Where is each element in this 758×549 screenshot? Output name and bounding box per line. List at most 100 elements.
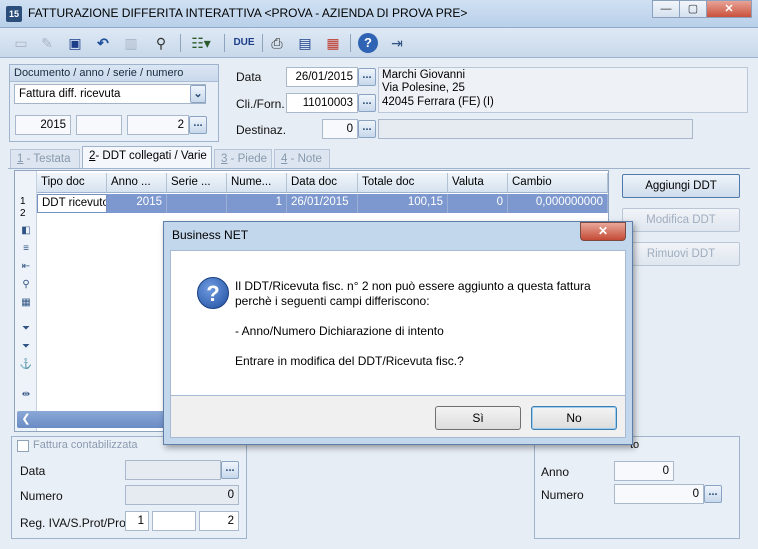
zoom-icon[interactable]: ⚲ xyxy=(19,278,33,292)
tab-testata[interactable]: 1 - Testata xyxy=(10,149,80,169)
due-icon[interactable]: DUE xyxy=(230,32,258,54)
documento-group-title: Documento / anno / serie / numero xyxy=(10,65,218,82)
column-header[interactable]: Serie ... xyxy=(167,173,227,193)
data-field[interactable]: 26/01/2015 xyxy=(286,67,358,87)
list-options-icon[interactable]: ☷▾ xyxy=(186,32,216,54)
minimize-button[interactable]: — xyxy=(652,0,680,18)
reg-iva-field[interactable]: 1 xyxy=(125,511,149,531)
tab-note[interactable]: 4 - Note xyxy=(274,149,330,169)
add-ddt-button[interactable]: Aggiungi DDT xyxy=(622,174,740,198)
destinaz-label: Destinaz. xyxy=(236,123,287,137)
remove-ddt-button[interactable]: Rimuovi DDT xyxy=(622,242,740,266)
numero-lookup-button[interactable]: ... xyxy=(189,116,207,134)
reg-prot-field[interactable]: 2 xyxy=(199,511,239,531)
fattura-contabilizzata-checkbox[interactable] xyxy=(17,440,29,452)
window-title: FATTURAZIONE DIFFERITA INTERATTIVA <PROV… xyxy=(28,6,468,20)
table-cell[interactable]: DDT ricevuto xyxy=(37,194,107,213)
delete-icon[interactable]: ▥ xyxy=(120,32,142,54)
find-icon[interactable]: ⚲ xyxy=(150,32,172,54)
edit-ddt-button[interactable]: Modifica DDT xyxy=(622,208,740,232)
toolbar: ▭ ✎ ▣ ↶ ▥ ⚲ ☷▾ DUE ⎙ ▤ ▦ ? ⇥ xyxy=(0,28,758,58)
insert-row-icon[interactable]: ◧ xyxy=(19,224,33,238)
address-city: 42045 Ferrara (FE) xyxy=(382,96,481,108)
tab-divider xyxy=(8,168,750,169)
filter-icon[interactable]: ⏷ xyxy=(19,322,33,336)
help-icon[interactable]: ? xyxy=(358,33,378,53)
yes-button[interactable]: Sì xyxy=(435,406,521,430)
table-cell[interactable]: 1 xyxy=(227,194,287,213)
clear-filter-icon[interactable]: ⏷ xyxy=(19,340,33,354)
grid-gutter: 1 2 ◧ ≡ ⇤ ⚲ ▦ ⏷ ⏷ ⚓ ⇹ xyxy=(15,171,37,431)
column-header[interactable]: Anno ... xyxy=(107,173,167,193)
intento-anno-field[interactable]: 0 xyxy=(614,461,674,481)
dialog-footer: Sì No xyxy=(170,396,626,438)
new-doc-icon[interactable]: ▭ xyxy=(10,32,32,54)
intento-numero-label: Numero xyxy=(541,488,584,502)
intento-numero-field[interactable]: 0 xyxy=(614,484,704,504)
bottom-numero-field[interactable]: 0 xyxy=(125,485,239,505)
bottom-data-field[interactable] xyxy=(125,460,221,480)
toolbar-separator xyxy=(350,34,351,52)
row-number: 1 xyxy=(20,196,26,207)
table-cell[interactable]: 26/01/2015 xyxy=(287,194,358,213)
data-calendar-button[interactable]: ... xyxy=(358,68,376,86)
dialog-message-line: - Anno/Numero Dichiarazione di intento xyxy=(235,324,444,338)
table-cell[interactable]: 0,000000000 xyxy=(508,194,608,213)
save-icon[interactable]: ▣ xyxy=(64,32,86,54)
list-icon[interactable]: ≡ xyxy=(19,242,33,256)
column-header[interactable]: Totale doc xyxy=(358,173,448,193)
reg-iva-label: Reg. IVA/S.Prot/Prot xyxy=(20,516,130,530)
serie-field[interactable] xyxy=(76,115,122,135)
chevron-down-icon[interactable]: ⌄ xyxy=(190,85,206,103)
dialog-message-line: Il DDT/Ricevuta fisc. n° 2 non può esser… xyxy=(235,279,591,293)
preview-icon[interactable]: ▤ xyxy=(294,32,316,54)
grid-icon[interactable]: ▦ xyxy=(19,296,33,310)
import-icon[interactable]: ⇤ xyxy=(19,260,33,274)
destinaz-field[interactable]: 0 xyxy=(322,119,358,139)
maximize-button[interactable]: ▢ xyxy=(679,0,707,18)
toolbar-separator xyxy=(262,34,263,52)
title-bar: 15 FATTURAZIONE DIFFERITA INTERATTIVA <P… xyxy=(0,0,758,28)
table-cell[interactable]: 100,15 xyxy=(358,194,448,213)
column-header[interactable]: Valuta xyxy=(448,173,508,193)
column-header[interactable]: Cambio xyxy=(508,173,608,193)
bottom-data-label: Data xyxy=(20,464,46,478)
print-icon[interactable]: ⎙ xyxy=(266,32,288,54)
app-icon: 15 xyxy=(6,6,22,22)
cli-forn-label: Cli./Forn. xyxy=(236,97,285,111)
column-header[interactable]: Nume... xyxy=(227,173,287,193)
anchor-icon[interactable]: ⚓ xyxy=(19,358,33,372)
cli-forn-field[interactable]: 11010003 xyxy=(286,93,358,113)
dialog-close-button[interactable]: ✕ xyxy=(580,222,626,241)
table-cell[interactable]: 0 xyxy=(448,194,508,213)
destinaz-description xyxy=(378,119,693,139)
tab-piede[interactable]: 3 - Piede xyxy=(214,149,272,169)
table-cell[interactable]: 2015 xyxy=(107,194,167,213)
numero-doc-field[interactable]: 2 xyxy=(127,115,189,135)
anno-field[interactable]: 2015 xyxy=(15,115,71,135)
open-icon[interactable]: ✎ xyxy=(36,32,58,54)
scroll-left-icon[interactable]: ❮ xyxy=(19,412,33,426)
no-button[interactable]: No xyxy=(531,406,617,430)
dialog-message-line: perchè i seguenti campi differiscono: xyxy=(235,294,430,308)
exit-icon[interactable]: ⇥ xyxy=(386,32,408,54)
column-header[interactable]: Data doc xyxy=(287,173,358,193)
dialog-message-line: Entrare in modifica del DDT/Ricevuta fis… xyxy=(235,354,464,368)
bottom-data-calendar-button[interactable]: ... xyxy=(221,461,239,479)
close-window-button[interactable]: ✕ xyxy=(706,0,752,18)
tab-ddt-collegati[interactable]: 2- DDT collegati / Varie xyxy=(82,146,212,169)
cli-forn-lookup-button[interactable]: ... xyxy=(358,94,376,112)
pdf-icon[interactable]: ▦ xyxy=(322,32,344,54)
intento-numero-lookup-button[interactable]: ... xyxy=(704,485,722,503)
toolbar-separator xyxy=(180,34,181,52)
address-country: (I) xyxy=(483,96,494,108)
tipo-documento-value: Fattura diff. ricevuta xyxy=(19,88,121,100)
reg-sprot-field[interactable] xyxy=(152,511,196,531)
tipo-documento-select[interactable]: Fattura diff. ricevuta xyxy=(14,84,206,104)
remove-column-icon[interactable]: ⇹ xyxy=(19,388,33,402)
column-header[interactable]: Tipo doc xyxy=(37,173,107,193)
destinaz-lookup-button[interactable]: ... xyxy=(358,120,376,138)
table-cell[interactable] xyxy=(167,194,227,213)
undo-icon[interactable]: ↶ xyxy=(92,32,114,54)
address-box: Marchi Giovanni Via Polesine, 25 42045 F… xyxy=(378,67,748,113)
